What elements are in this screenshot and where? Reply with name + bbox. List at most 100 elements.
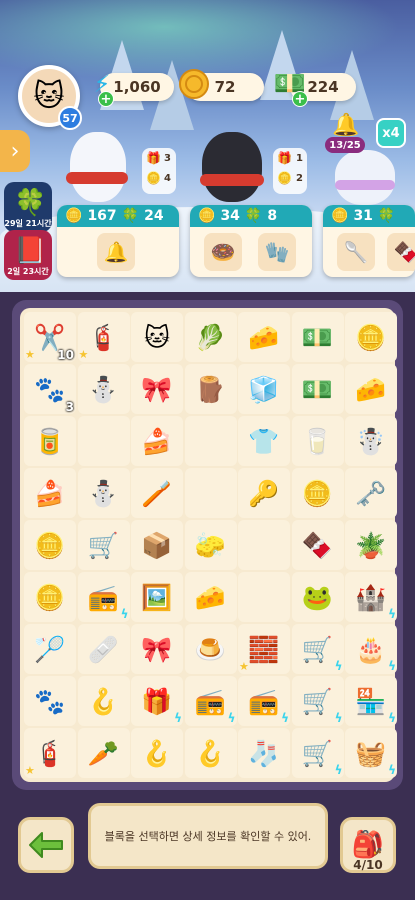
board-item[interactable]: 🪝 — [131, 728, 183, 778]
board-item[interactable]: 🛒 — [77, 520, 130, 570]
board-item[interactable]: 🛒 ϟ — [291, 624, 344, 674]
board-item[interactable]: 📻 ϟ — [184, 676, 237, 726]
item-icon: 🍫 — [301, 530, 334, 560]
board-item[interactable]: 🎁 ϟ — [131, 676, 183, 726]
fluffy-cat-customer[interactable] — [335, 150, 395, 205]
black-cat-customer[interactable] — [202, 132, 262, 202]
board-item[interactable]: 🧺 ϟ — [345, 728, 397, 778]
scarf — [200, 174, 264, 186]
board-item[interactable]: 📻 ϟ — [77, 572, 130, 622]
order-header: 🪙 167 🍀 24 — [57, 205, 179, 227]
board-item[interactable]: 🗝️ — [345, 468, 397, 518]
empty-cell[interactable] — [184, 416, 237, 466]
board-item[interactable]: 🧦 — [238, 728, 290, 778]
energy-bolt-icon: ϟ — [334, 763, 343, 777]
board-item[interactable]: 🧯 ★ — [77, 312, 130, 362]
scarf — [335, 180, 395, 190]
board-item[interactable]: 💵 — [291, 364, 344, 414]
add-cash-button[interactable]: + — [292, 91, 308, 107]
energy-bolt-icon: ϟ — [388, 607, 396, 621]
board-item[interactable]: 📻 ϟ — [238, 676, 290, 726]
board-item[interactable]: 🧀 — [238, 312, 290, 362]
board-item[interactable]: 🎀 — [131, 364, 183, 414]
multiplier-button[interactable]: x4 — [376, 118, 406, 148]
board-item[interactable]: 🪙 — [345, 312, 397, 362]
board-item[interactable]: 🛒 ϟ — [291, 728, 344, 778]
board-item[interactable]: 👕 — [238, 416, 290, 466]
board-item[interactable]: ☃️ — [345, 416, 397, 466]
empty-cell[interactable] — [238, 572, 290, 622]
board-item[interactable]: 🩹 — [77, 624, 130, 674]
order-item: 🧤 — [258, 233, 296, 271]
board-item[interactable]: 🎂 ϟ — [345, 624, 397, 674]
empty-cell[interactable] — [184, 468, 237, 518]
board-item[interactable]: 🥛 — [291, 416, 344, 466]
empty-cell[interactable] — [77, 416, 130, 466]
board-item[interactable]: 🪴 — [345, 520, 397, 570]
item-icon: 👕 — [248, 426, 280, 456]
board-item[interactable]: 🪥 — [131, 468, 183, 518]
board-item[interactable]: 🔑 — [238, 468, 290, 518]
energy-bolt-icon: ϟ — [281, 711, 289, 725]
board-item[interactable]: 🏰 ϟ — [345, 572, 397, 622]
board-item[interactable]: ⛄ — [77, 364, 130, 414]
board-item[interactable]: 🥕 — [77, 728, 130, 778]
board-item[interactable]: ✂️ 10 ★ — [24, 312, 76, 362]
board-item[interactable]: 🥬 — [184, 312, 237, 362]
board-item[interactable]: 🍰 — [131, 416, 183, 466]
item-icon: 🏰 — [355, 582, 387, 612]
item-icon: 🎀 — [141, 374, 173, 404]
board-item[interactable]: 🍫 — [291, 520, 344, 570]
gift-icon: 🎁 — [277, 151, 292, 165]
board-item[interactable]: 🐱 — [131, 312, 183, 362]
order-card[interactable]: 🪙 34 🍀 8 🍩 🧤 — [190, 205, 312, 277]
energy-value: 1,060 — [113, 78, 161, 96]
order-coins: 34 — [220, 208, 240, 224]
board-item[interactable]: ⛄ — [77, 468, 130, 518]
board-item[interactable]: 🍰 — [24, 468, 76, 518]
add-energy-button[interactable]: + — [98, 91, 114, 107]
board-item[interactable]: 🖼️ — [131, 572, 183, 622]
item-icon: 🧦 — [248, 738, 280, 768]
board-item[interactable]: 🧊 — [238, 364, 290, 414]
board-item[interactable]: 📦 — [131, 520, 183, 570]
order-card[interactable]: 🪙 31 🍀 🥄 🍫 — [323, 205, 415, 277]
board-item[interactable]: 🪵 — [184, 364, 237, 414]
order-item: 🍫 — [387, 233, 415, 271]
order-item: 🍩 — [204, 233, 242, 271]
board-item[interactable]: 🪙 — [24, 520, 76, 570]
board-item[interactable]: 🐸 — [291, 572, 344, 622]
board-item[interactable]: 🧱 ★ — [238, 624, 290, 674]
item-icon: 🛒 — [87, 530, 120, 560]
board-item[interactable]: 🥫 — [24, 416, 76, 466]
board-item[interactable]: 🪙 — [291, 468, 344, 518]
board-item[interactable]: 🪙 — [24, 572, 76, 622]
player-level-badge: 57 — [58, 106, 82, 130]
board-item[interactable]: 🐾 3 — [24, 364, 76, 414]
board-item[interactable]: 🧽 — [184, 520, 237, 570]
item-icon: 🪴 — [355, 530, 387, 560]
back-button[interactable] — [18, 817, 74, 873]
board-item[interactable]: 🏪 ϟ — [345, 676, 397, 726]
board-item[interactable]: 💵 — [291, 312, 344, 362]
white-cat-customer[interactable] — [70, 132, 126, 202]
board-item[interactable]: 🎀 — [131, 624, 183, 674]
board-item[interactable]: 🏸 — [24, 624, 76, 674]
empty-cell[interactable] — [238, 520, 290, 570]
coin-icon — [176, 66, 212, 102]
board-item[interactable]: 🧯 ★ — [24, 728, 76, 778]
item-icon: 🧽 — [194, 530, 227, 560]
board-item[interactable]: 🪝 — [77, 676, 130, 726]
item-icon: ⛄ — [87, 374, 120, 404]
board-item[interactable]: 🧀 — [345, 364, 397, 414]
board-item[interactable]: 🪝 — [184, 728, 237, 778]
side-menu-toggle[interactable]: › — [0, 130, 30, 172]
item-icon: 🪙 — [355, 322, 387, 352]
board-item[interactable]: 🐾 — [24, 676, 76, 726]
order-card[interactable]: 🪙 167 🍀 24 🔔 — [57, 205, 179, 277]
item-count: 10 — [57, 348, 74, 362]
board-item[interactable]: 🧀 — [184, 572, 237, 622]
board-item[interactable]: 🛒 ϟ — [291, 676, 344, 726]
board-item[interactable]: 🍮 — [184, 624, 237, 674]
item-icon: 🖼️ — [141, 582, 173, 612]
